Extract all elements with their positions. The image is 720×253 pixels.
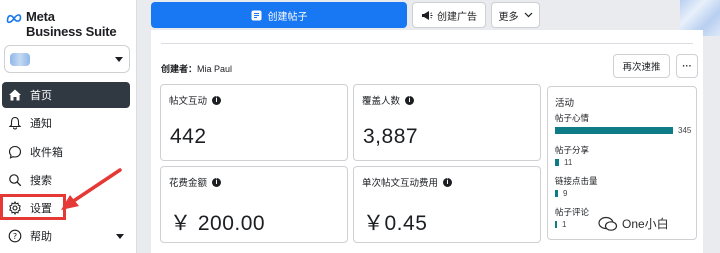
creator-name: Mia Paul <box>197 64 233 74</box>
metric-label: 花费金额 <box>169 178 208 189</box>
search-icon <box>9 174 22 187</box>
metric-card-cost-per-engagement: 单次帖文互动费用 i ￥0.45 <box>353 166 541 243</box>
create-post-button[interactable]: 创建帖子 <box>151 2 407 28</box>
activity-value: 11 <box>564 158 573 167</box>
bell-icon <box>8 116 22 130</box>
create-ad-label: 创建广告 <box>437 11 477 23</box>
activity-label: 链接点击量 <box>555 176 598 186</box>
info-icon[interactable]: i <box>212 95 222 105</box>
metric-value: ￥0.45 <box>363 212 428 235</box>
activity-label: 帖子评论 <box>555 207 590 217</box>
creator-line: 创建者：Mia Paul <box>161 62 232 75</box>
activity-value: 1 <box>562 220 567 229</box>
metric-label: 单次帖文互动费用 <box>362 178 439 189</box>
sidebar-item-label: 帮助 <box>30 231 52 243</box>
activity-value: 9 <box>563 189 568 198</box>
metric-value: 442 <box>170 125 207 148</box>
help-icon: ? <box>8 229 22 243</box>
metric-value: 3,887 <box>363 125 419 148</box>
wechat-icon <box>598 216 618 231</box>
sidebar-item-notifications[interactable]: 通知 <box>2 110 130 136</box>
watermark: One小白 <box>598 215 669 232</box>
sidebar-item-label: 通知 <box>30 118 52 130</box>
create-ad-button[interactable]: 创建广告 <box>412 2 486 28</box>
more-button[interactable]: 更多 <box>491 2 540 28</box>
metric-label: 帖文互动 <box>169 96 208 107</box>
activity-bar <box>555 221 557 228</box>
svg-text:?: ? <box>13 232 17 241</box>
more-label: 更多 <box>498 11 519 23</box>
divider <box>161 43 693 44</box>
meta-logo-icon <box>6 14 22 24</box>
boost-again-button[interactable]: 再次速推 <box>613 54 670 78</box>
more-options-icon: ··· <box>682 60 692 72</box>
brand-line2: Business Suite <box>26 24 117 39</box>
metric-card-reach: 覆盖人数 i 3,887 <box>353 84 541 161</box>
chevron-down-icon <box>116 234 124 239</box>
sidebar-item-inbox[interactable]: 收件箱 <box>2 139 130 165</box>
sidebar-item-home[interactable]: 首页 <box>2 82 130 108</box>
activity-label: 帖子分享 <box>555 145 590 155</box>
sidebar-item-help[interactable]: ? 帮助 <box>2 223 130 249</box>
sidebar-item-label: 首页 <box>30 90 52 102</box>
boost-again-label: 再次速推 <box>622 62 661 73</box>
megaphone-icon <box>422 10 433 20</box>
info-icon[interactable]: i <box>212 177 222 187</box>
post-icon <box>251 10 261 20</box>
metric-card-engagement: 帖文互动 i 442 <box>160 84 348 161</box>
activity-label: 帖子心情 <box>555 113 590 123</box>
info-icon[interactable]: i <box>405 95 415 105</box>
activity-bar <box>555 159 559 166</box>
info-icon[interactable]: i <box>443 177 453 187</box>
creator-label: 创建者： <box>161 64 198 74</box>
meta-logo[interactable]: Meta Business Suite <box>6 9 117 39</box>
activity-value: 345 <box>678 126 692 135</box>
activity-bar <box>555 190 558 197</box>
home-icon <box>9 89 21 101</box>
chat-icon <box>8 145 22 159</box>
more-options-button[interactable]: ··· <box>676 54 698 78</box>
sidebar-item-label: 搜索 <box>30 175 52 187</box>
activity-bar <box>555 127 673 134</box>
brand-line1: Meta <box>26 9 55 24</box>
settings-highlight-box <box>0 194 66 220</box>
activity-title: 活动 <box>555 98 575 109</box>
watermark-text: One小白 <box>622 217 669 231</box>
metric-card-spend: 花费金额 i ￥ 200.00 <box>160 166 348 243</box>
account-switcher[interactable] <box>4 45 130 73</box>
chevron-down-icon <box>524 12 532 18</box>
create-post-label: 创建帖子 <box>267 11 308 23</box>
chevron-down-icon <box>115 57 123 62</box>
metric-label: 覆盖人数 <box>362 96 401 107</box>
red-arrow-icon <box>61 168 122 210</box>
metric-value: ￥ 200.00 <box>170 212 266 235</box>
sidebar-item-label: 收件箱 <box>30 147 63 159</box>
account-avatar <box>10 53 30 66</box>
